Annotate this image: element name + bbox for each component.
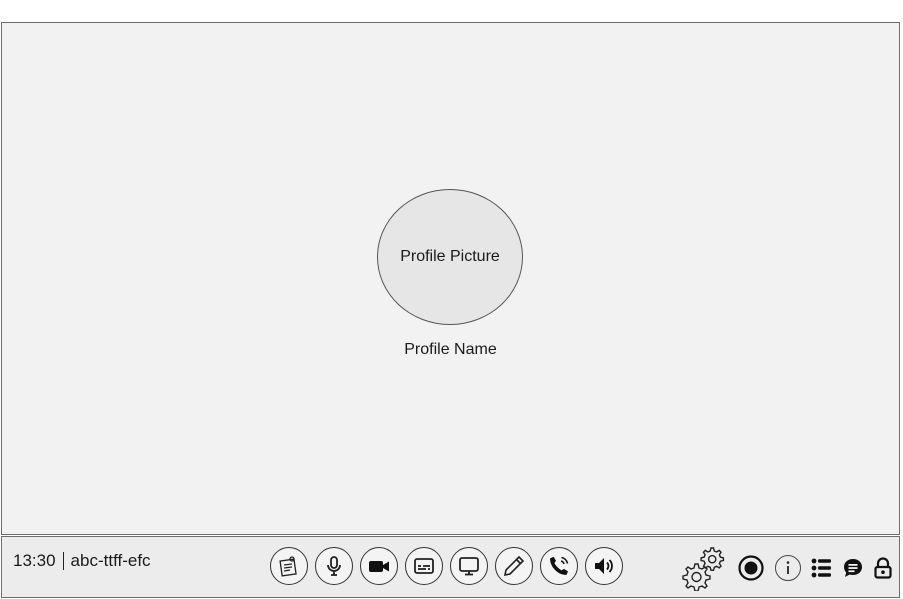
chat-icon (844, 559, 862, 577)
profile-name: Profile Name (404, 341, 497, 358)
chat-button[interactable] (842, 557, 864, 579)
phone-icon (550, 556, 569, 575)
call-controls (270, 547, 623, 585)
microphone-icon (327, 556, 341, 576)
settings-button[interactable] (678, 545, 728, 591)
notes-button[interactable] (270, 547, 308, 585)
monitor-icon (459, 557, 479, 576)
bottom-toolbar: 13:30 abc-ttff-efc (1, 536, 900, 598)
camera-button[interactable] (360, 547, 398, 585)
list-icon (811, 558, 831, 578)
audio-button[interactable] (585, 547, 623, 585)
info-button[interactable] (774, 554, 802, 582)
meeting-tools (678, 545, 893, 591)
info-separator (62, 552, 64, 570)
speaker-icon (595, 558, 613, 574)
gears-icon (682, 547, 725, 591)
record-button[interactable] (737, 554, 765, 582)
end-call-button[interactable] (540, 547, 578, 585)
meeting-time: 13:30 (13, 551, 56, 570)
profile-picture: Profile Picture (377, 189, 523, 325)
participants-button[interactable] (811, 557, 833, 579)
captions-icon (414, 558, 434, 574)
record-icon (738, 555, 764, 581)
meeting-code: abc-ttff-efc (70, 551, 151, 570)
meeting-info: 13:30 abc-ttff-efc (13, 551, 151, 571)
sticky-note-icon (279, 556, 297, 577)
captions-button[interactable] (405, 547, 443, 585)
profile-picture-label: Profile Picture (400, 248, 500, 265)
info-icon (775, 555, 801, 581)
present-screen-button[interactable] (450, 547, 488, 585)
microphone-button[interactable] (315, 547, 353, 585)
whiteboard-button[interactable] (495, 547, 533, 585)
pencil-icon (503, 555, 525, 577)
lock-icon (874, 557, 892, 579)
video-stage: Profile Picture Profile Name (1, 22, 900, 535)
lock-button[interactable] (873, 557, 893, 579)
video-camera-icon (369, 561, 389, 572)
